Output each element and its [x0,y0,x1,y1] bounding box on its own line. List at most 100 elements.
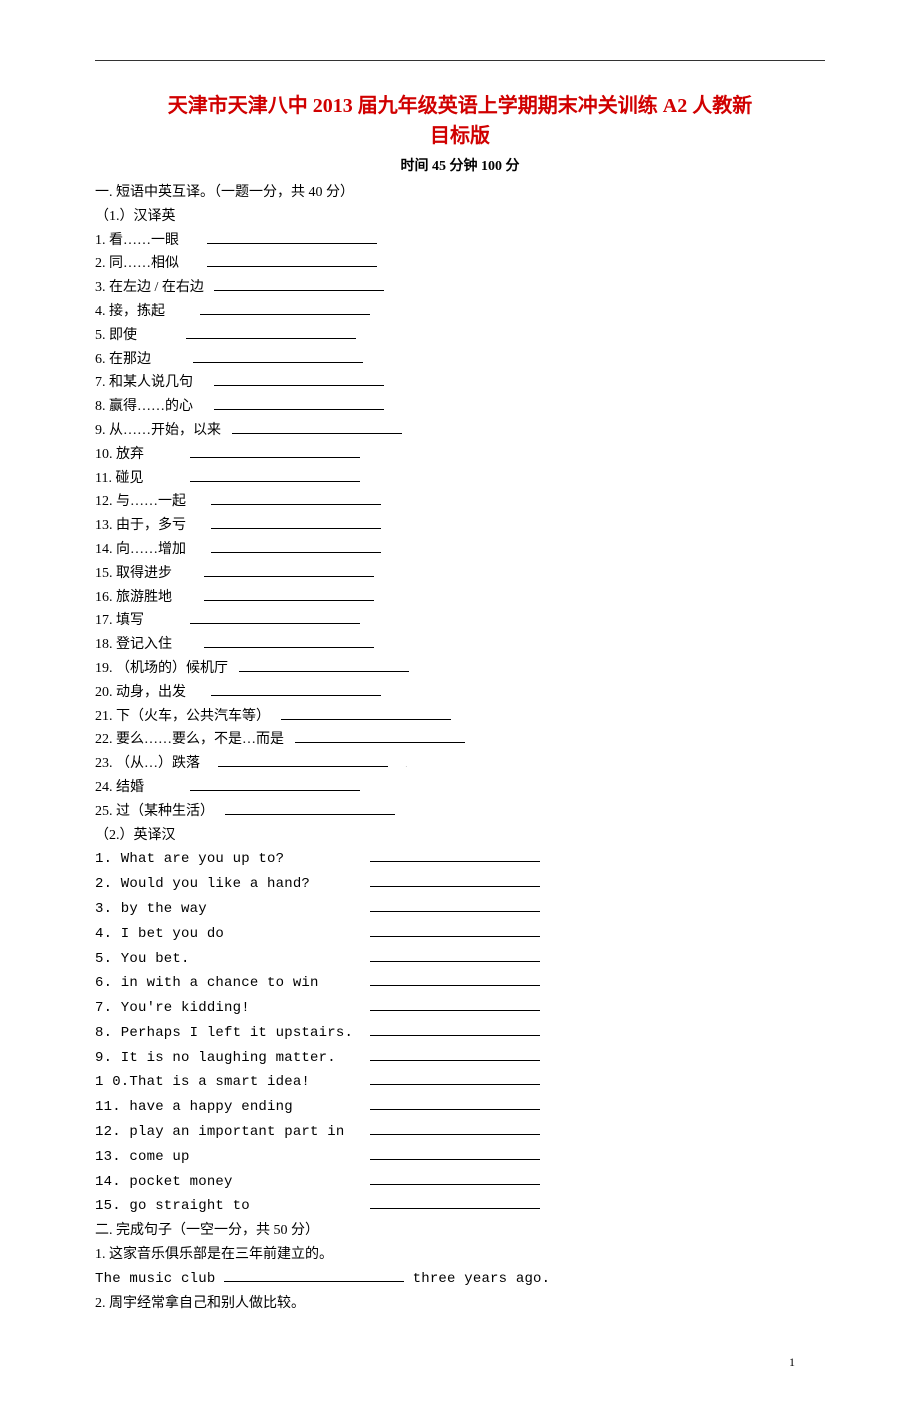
list-item: 24. 结婚 [95,776,825,800]
spacer [200,681,211,705]
spacer [176,324,187,348]
answer-blank [204,562,374,577]
list-item: 13. 由于，多亏 [95,514,825,538]
top-rule [95,60,825,61]
s2-q1-en-a: The music club [95,1271,224,1287]
spacer [353,948,370,972]
spacer [353,972,370,996]
answer-blank [370,1021,540,1036]
item-text: 7. You're kidding! [95,997,353,1021]
answer-blank [232,419,402,434]
answer-blank [370,872,540,887]
list-item: 7. You're kidding! [95,996,825,1021]
answer-blank [370,1046,540,1061]
list-item: 25. 过（某种生活） [95,800,825,824]
spacer [353,1047,370,1071]
list-item: 3. 在左边 / 在右边 [95,276,825,300]
answer-blank [186,324,356,339]
spacer [200,514,211,538]
item-text: 15. go straight to [95,1195,353,1219]
spacer [353,923,370,947]
s2-q1-en: The music club three years ago. [95,1267,825,1292]
answer-blank [200,300,370,315]
list-item: 3. by the way [95,897,825,922]
item-text: 12. 与……一起 [95,490,200,514]
section-1-heading: 一. 短语中英互译。（一题一分，共 40 分） [95,181,825,205]
spacer [178,467,189,491]
spacer [197,229,208,253]
item-text: 3. 在左边 / 在右边 [95,276,204,300]
item-text: 4. I bet you do [95,923,353,947]
spacer [353,1171,370,1195]
item-text: 11. have a happy ending [95,1096,353,1120]
spacer [214,800,225,824]
s2-q1-cn: 1. 这家音乐俱乐部是在三年前建立的。 [95,1243,825,1267]
spacer [204,395,215,419]
s2-q2-cn: 2. 周宇经常拿自己和别人做比较。 [95,1292,825,1316]
document-subtitle: 时间 45 分钟 100 分 [95,155,825,175]
item-text: 9. 从……开始，以来 [95,419,221,443]
answer-blank [211,538,381,553]
item-text: 15. 取得进步 [95,562,193,586]
spacer [221,419,232,443]
answer-blank [370,1095,540,1110]
answer-blank [370,1170,540,1185]
answer-blank [207,229,377,244]
list-item: 7. 和某人说几句 [95,371,825,395]
answer-blank [211,490,381,505]
list-item: 6. 在那边 [95,348,825,372]
answer-blank [370,947,540,962]
spacer [179,776,190,800]
spacer [353,1146,370,1170]
item-text: 18. 登记入住 [95,633,193,657]
answer-blank [239,657,409,672]
list-item: 8. Perhaps I left it upstairs. [95,1021,825,1046]
list-item: 21. 下（火车，公共汽车等） [95,705,825,729]
spacer [193,562,204,586]
spacer [353,1195,370,1219]
title-line-2: 目标版 [430,125,490,147]
list-item: 10. 放弃 [95,443,825,467]
list-item: 16. 旅游胜地 [95,586,825,610]
list-item: 15. 取得进步 [95,562,825,586]
spacer [353,1022,370,1046]
answer-blank [295,728,465,743]
item-text: 11. 碰见 [95,467,178,491]
answer-blank [190,443,360,458]
answer-blank [370,996,540,1011]
list-item: 23. （从…）跌落 . [95,752,825,776]
spacer [353,898,370,922]
answer-blank [370,971,540,986]
list-item: 15. go straight to [95,1194,825,1219]
list-item: 13. come up [95,1145,825,1170]
list-item: 14. pocket money [95,1170,825,1195]
answer-blank [225,800,395,815]
list-item: 1. 看……一眼 [95,229,825,253]
list-item: 19. （机场的）候机厅 [95,657,825,681]
spacer [197,252,208,276]
list-item: 5. 即使 [95,324,825,348]
english-to-chinese-list: 1. What are you up to? 2. Would you like… [95,847,825,1219]
item-text: 5. You bet. [95,948,353,972]
answer-blank [190,467,360,482]
answer-blank [370,1120,540,1135]
list-item: 12. 与……一起 [95,490,825,514]
list-item: 17. 填写 [95,609,825,633]
item-text: 2. 同……相似 [95,252,197,276]
answer-blank [370,897,540,912]
answer-blank [211,681,381,696]
spacer [200,490,211,514]
item-text: 1. What are you up to? [95,848,353,872]
spacer [179,443,190,467]
item-text: 25. 过（某种生活） [95,800,214,824]
list-item: 1 0.That is a smart idea! [95,1070,825,1095]
answer-blank [214,371,384,386]
answer-blank [214,395,384,410]
document-page: 天津市天津八中 2013 届九年级英语上学期期末冲关训练 A2 人教新 目标版 … [0,0,920,1410]
list-item: 18. 登记入住 [95,633,825,657]
list-item: 6. in with a chance to win [95,971,825,996]
item-text: 6. 在那边 [95,348,183,372]
part-2-label: （2.）英译汉 [95,824,825,848]
list-item: 2. 同……相似 [95,252,825,276]
answer-blank [204,633,374,648]
